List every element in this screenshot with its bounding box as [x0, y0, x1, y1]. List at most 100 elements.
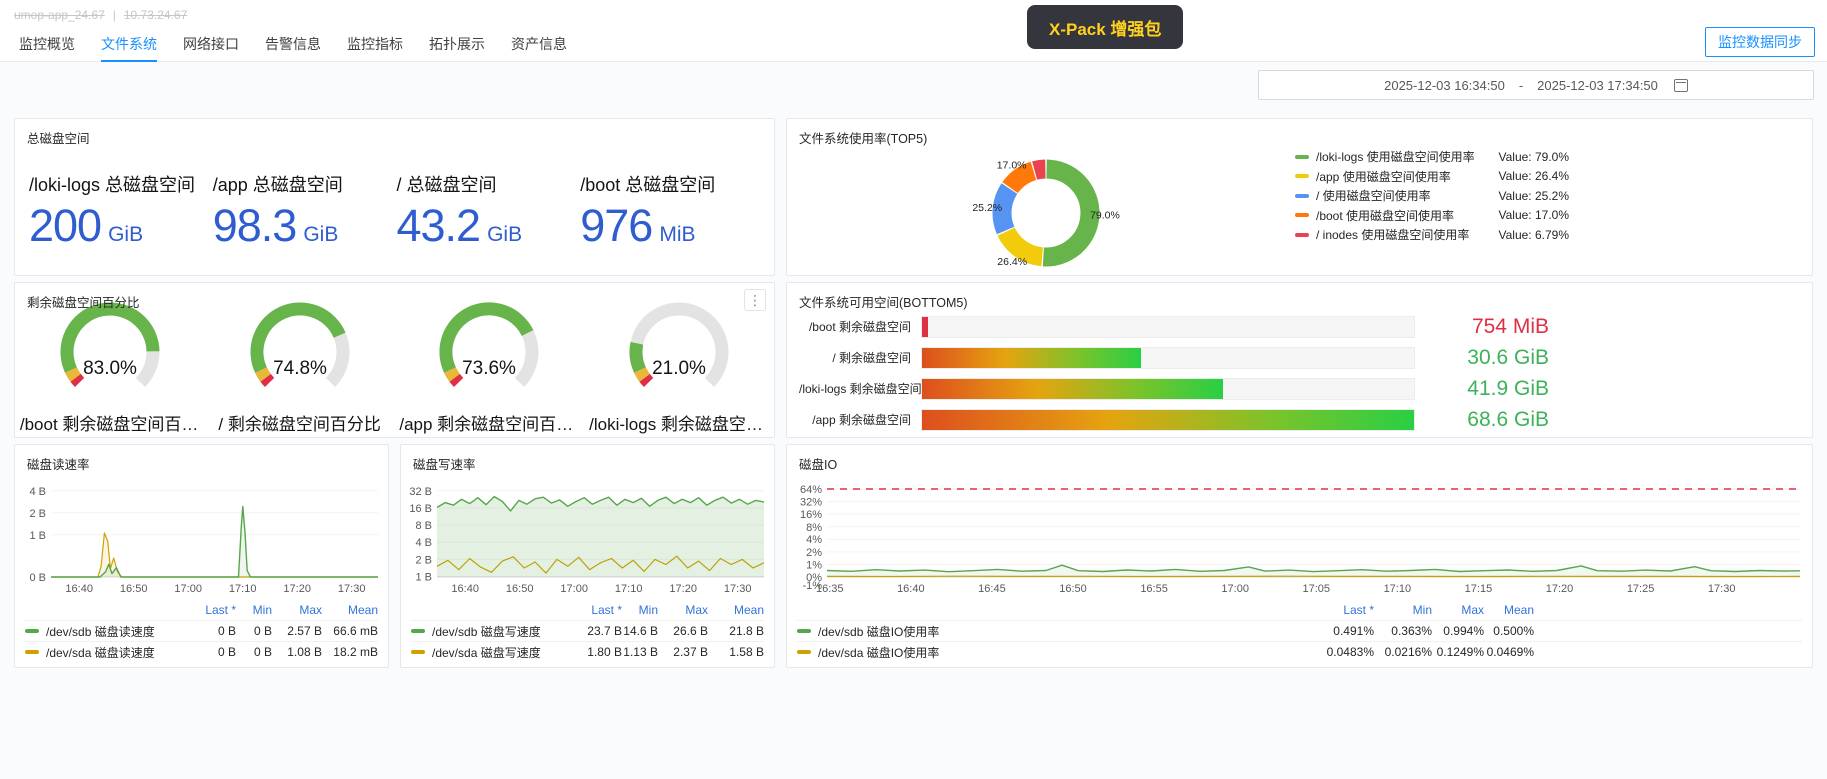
stat-min: 0 B — [236, 624, 272, 638]
stat-mean: 0.0469% — [1484, 645, 1534, 659]
tab-alerts[interactable]: 告警信息 — [252, 29, 334, 62]
series-color-marker — [1295, 155, 1309, 159]
host-ip: 10.73.24.67 — [124, 8, 187, 22]
host-divider: | — [113, 8, 116, 22]
sync-data-button[interactable]: 监控数据同步 — [1705, 27, 1815, 57]
svg-text:17:15: 17:15 — [1465, 583, 1493, 595]
stat-mean: 66.6 mB — [322, 624, 378, 638]
panel-disk-write-rate: 磁盘写速率 32 B16 B8 B4 B2 B1 B16:4016:5017:0… — [400, 444, 775, 668]
legend-item[interactable]: / 使用磁盘空间使用率 Value: 25.2% — [1295, 186, 1569, 206]
stat-label: /loki-logs 总磁盘空间 — [29, 171, 211, 197]
gauge-label: /boot 剩余磁盘空间百分比 — [20, 410, 200, 435]
tab-assets[interactable]: 资产信息 — [498, 29, 580, 62]
svg-text:17:10: 17:10 — [615, 583, 643, 595]
panel-title[interactable]: 磁盘IO — [799, 454, 837, 473]
panel-disk-read-rate: 磁盘读速率 4 B2 B1 B0 B16:4016:5017:0017:1017… — [14, 444, 389, 668]
tab-topology[interactable]: 拓扑展示 — [416, 29, 498, 62]
series-color-marker — [1295, 194, 1309, 198]
panel-title[interactable]: 磁盘读速率 — [27, 454, 90, 473]
legend-header: Last * Min Max Mean — [797, 600, 1802, 620]
calendar-icon[interactable] — [1674, 79, 1688, 92]
tab-network[interactable]: 网络接口 — [170, 29, 252, 62]
legend-header-min[interactable]: Min — [622, 603, 658, 617]
stat-unit: GiB — [487, 223, 522, 247]
chart-legend: Last * Min Max Mean /dev/sdb 磁盘IO使用率 0.4… — [797, 600, 1802, 662]
legend-series[interactable]: /dev/sda 磁盘写速度 — [411, 644, 572, 661]
disk-io-chart[interactable]: 64%32%16%8%4%2%1%0%-1%16:3516:4016:4516:… — [787, 445, 1814, 602]
svg-text:16:40: 16:40 — [451, 583, 479, 595]
gauge-block: 83.0% /boot 剩余磁盘空间百分比 — [15, 297, 205, 435]
panel-title[interactable]: 磁盘写速率 — [413, 454, 476, 473]
legend-header-last[interactable]: Last * — [1304, 603, 1374, 617]
legend-series[interactable]: /dev/sdb 磁盘读速度 — [25, 623, 186, 640]
legend-header-mean[interactable]: Mean — [322, 603, 378, 617]
bar-track[interactable] — [921, 409, 1415, 431]
legend-series[interactable]: /dev/sdb 磁盘IO使用率 — [797, 623, 1304, 640]
legend-row: /dev/sdb 磁盘IO使用率 0.491% 0.363% 0.994% 0.… — [797, 620, 1802, 641]
panel-title[interactable]: 总磁盘空间 — [27, 128, 90, 147]
stat-label: /boot 总磁盘空间 — [580, 171, 762, 197]
bargauge-row: /app 剩余磁盘空间 68.6 GiB — [799, 404, 1800, 435]
stat-mean: 18.2 mB — [322, 645, 378, 659]
tab-filesystem[interactable]: 文件系统 — [88, 29, 170, 62]
stat-min: 0.0216% — [1374, 645, 1432, 659]
chart-legend: Last * Min Max Mean /dev/sdb 磁盘写速度 23.7 … — [411, 600, 764, 662]
svg-text:17:00: 17:00 — [174, 583, 202, 595]
panel-title[interactable]: 文件系统可用空间(BOTTOM5) — [799, 292, 968, 311]
time-start: 2025-12-03 16:34:50 — [1384, 78, 1505, 93]
legend-header-max[interactable]: Max — [272, 603, 322, 617]
xpack-badge[interactable]: X-Pack 增强包 — [1027, 5, 1183, 49]
tab-overview[interactable]: 监控概览 — [6, 29, 88, 62]
stat-max: 1.08 B — [272, 645, 322, 659]
bar-track[interactable] — [921, 347, 1415, 369]
series-color-marker — [797, 650, 811, 654]
legend-header-last[interactable]: Last * — [572, 603, 622, 617]
legend-item[interactable]: /loki-logs 使用磁盘空间使用率 Value: 79.0% — [1295, 147, 1569, 167]
time-range-picker[interactable]: 2025-12-03 16:34:50 - 2025-12-03 17:34:5… — [1258, 70, 1814, 100]
svg-text:0 B: 0 B — [29, 572, 46, 584]
svg-text:8%: 8% — [806, 522, 822, 534]
svg-text:16:40: 16:40 — [897, 583, 925, 595]
legend-header-mean[interactable]: Mean — [708, 603, 764, 617]
gauge-chart[interactable]: 74.8% — [241, 297, 359, 412]
bar-value: 754 MiB — [1429, 315, 1549, 339]
stat-max: 0.1249% — [1432, 645, 1484, 659]
legend-header-mean[interactable]: Mean — [1484, 603, 1534, 617]
legend-header-max[interactable]: Max — [1432, 603, 1484, 617]
series-color-marker — [1295, 233, 1309, 237]
gauge-chart[interactable]: 21.0% — [620, 297, 738, 412]
svg-text:16:50: 16:50 — [1059, 583, 1087, 595]
svg-text:17:00: 17:00 — [1221, 583, 1249, 595]
bar-track[interactable] — [921, 316, 1415, 338]
panel-title[interactable]: 文件系统使用率(TOP5) — [799, 128, 927, 147]
legend-label: /app 使用磁盘空间使用率 — [1316, 168, 1491, 185]
panel-fs-usage-top5: 文件系统使用率(TOP5) 79.0%26.4%25.2%17.0% /loki… — [786, 118, 1813, 276]
legend-item[interactable]: / inodes 使用磁盘空间使用率 Value: 6.79% — [1295, 225, 1569, 245]
legend-series[interactable]: /dev/sdb 磁盘写速度 — [411, 623, 572, 640]
bargauge-row: / 剩余磁盘空间 30.6 GiB — [799, 342, 1800, 373]
stat-max: 0.994% — [1432, 624, 1484, 638]
bar-track[interactable] — [921, 378, 1415, 400]
legend-header-min[interactable]: Min — [236, 603, 272, 617]
stat-value: 98.3 — [213, 203, 297, 248]
legend-series[interactable]: /dev/sda 磁盘读速度 — [25, 644, 186, 661]
panel-disk-io: 磁盘IO 64%32%16%8%4%2%1%0%-1%16:3516:4016:… — [786, 444, 1813, 668]
gauge-chart[interactable]: 73.6% — [430, 297, 548, 412]
fs-usage-donut-chart[interactable]: 79.0%26.4%25.2%17.0% — [941, 141, 1151, 277]
panel-menu-icon[interactable]: ⋮ — [744, 289, 766, 311]
legend-series[interactable]: /dev/sda 磁盘IO使用率 — [797, 644, 1304, 661]
stat-value: 43.2 — [397, 203, 481, 248]
svg-text:16 B: 16 B — [409, 503, 432, 515]
stat-unit: GiB — [108, 223, 143, 247]
svg-text:4%: 4% — [806, 534, 822, 546]
legend-item[interactable]: /app 使用磁盘空间使用率 Value: 26.4% — [1295, 167, 1569, 187]
legend-header-min[interactable]: Min — [1374, 603, 1432, 617]
legend-header-last[interactable]: Last * — [186, 603, 236, 617]
panel-available-space-bottom5: 文件系统可用空间(BOTTOM5) /boot 剩余磁盘空间 754 MiB /… — [786, 282, 1813, 438]
gauge-chart[interactable]: 83.0% — [51, 297, 169, 412]
legend-header-max[interactable]: Max — [658, 603, 708, 617]
tab-metrics[interactable]: 监控指标 — [334, 29, 416, 62]
panel-title[interactable]: 剩余磁盘空间百分比 — [27, 292, 140, 311]
nav-tabs: 监控概览 文件系统 网络接口 告警信息 监控指标 拓扑展示 资产信息 — [6, 29, 580, 62]
legend-item[interactable]: /boot 使用磁盘空间使用率 Value: 17.0% — [1295, 206, 1569, 226]
